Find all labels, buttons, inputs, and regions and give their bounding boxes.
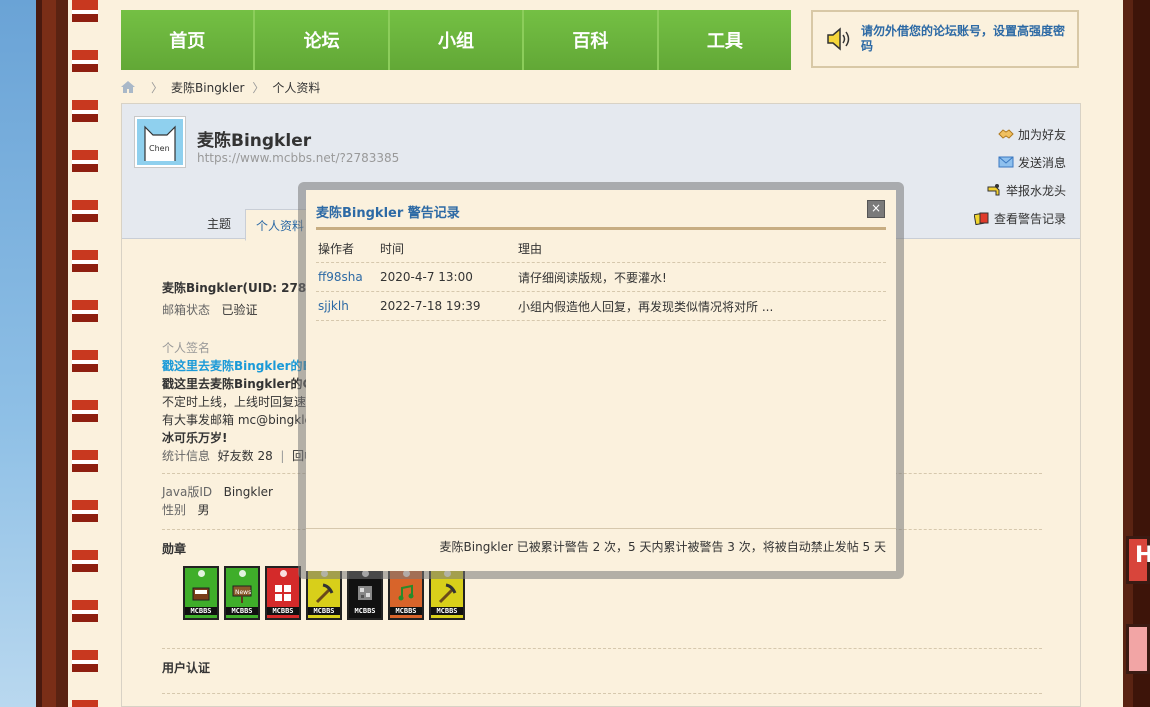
medal[interactable] xyxy=(265,566,301,620)
view-warnings-button[interactable]: 查看警告记录 xyxy=(973,204,1066,232)
operator-cell: sjjklh xyxy=(316,299,380,313)
profile-username: 麦陈Bingkler xyxy=(197,131,312,151)
send-message-button[interactable]: 发送消息 xyxy=(974,148,1066,176)
breadcrumb-page[interactable]: 个人资料 xyxy=(272,79,320,96)
handshake-icon xyxy=(998,129,1014,139)
music-icon xyxy=(398,584,414,601)
notice-text[interactable]: 请勿外借您的论坛账号，设置高强度密码 xyxy=(861,24,1067,54)
breadcrumb-user[interactable]: 麦陈Bingkler xyxy=(171,79,244,96)
right-deco-block-pink xyxy=(1126,624,1150,674)
email-label: 邮箱状态 xyxy=(162,303,211,317)
add-friend-button[interactable]: 加为好友 xyxy=(974,120,1066,148)
avatar-text: Chen xyxy=(149,144,170,153)
stats-separator: | xyxy=(276,449,289,463)
avatar-cat-icon: Chen xyxy=(144,125,176,161)
right-wood-frame xyxy=(1123,0,1150,707)
close-button[interactable]: × xyxy=(867,200,885,218)
section-divider xyxy=(162,693,1042,694)
operator-link[interactable]: ff98sha xyxy=(318,270,363,284)
speaker-icon xyxy=(827,27,850,51)
nav-group[interactable]: 小组 xyxy=(389,10,525,70)
time-cell: 2022-7-18 19:39 xyxy=(380,299,481,313)
warning-cards-icon xyxy=(973,212,989,225)
book-icon xyxy=(192,587,210,601)
auth-label: 用户认证 xyxy=(162,661,211,675)
home-icon[interactable] xyxy=(121,81,135,93)
operator-link[interactable]: sjjklh xyxy=(318,299,349,313)
tab-threads[interactable]: 主题 xyxy=(197,209,241,238)
faucet-icon xyxy=(987,184,1000,196)
decorative-rope xyxy=(72,0,98,707)
email-value: 已验证 xyxy=(221,303,258,317)
operator-cell: ff98sha xyxy=(316,270,380,284)
nav-home[interactable]: 首页 xyxy=(121,10,256,70)
java-label: Java版ID xyxy=(162,485,213,499)
pickaxe-icon xyxy=(315,583,334,604)
profile-actions: 加为好友 发送消息 举报水龙头 查看警告记录 xyxy=(973,120,1066,232)
friends-count[interactable]: 好友数 28 xyxy=(218,449,273,463)
nav-tools[interactable]: 工具 xyxy=(658,10,792,70)
reason-cell: 请仔细阅读版规，不要灌水! xyxy=(518,270,667,285)
pickaxe-icon xyxy=(438,583,457,604)
breadcrumb: 〉 麦陈Bingkler 〉 个人资料 xyxy=(121,78,320,96)
profile-url[interactable]: https://www.mcbbs.net/?2783385 xyxy=(197,151,399,165)
table-row: ff98sha 2020-4-7 13:00 请仔细阅读版规，不要灌水! xyxy=(316,263,886,292)
warning-summary: 麦陈Bingkler 已被累计警告 2 次，5 天内累计被警告 3 次，将被自动… xyxy=(439,540,886,554)
dialog-footer-divider xyxy=(306,528,896,529)
news-sign-icon: News xyxy=(232,585,252,603)
stats-label: 统计信息 xyxy=(162,449,211,463)
table-row: sjjklh 2022-7-18 19:39 小组内假造他人回复，再发现类似情况… xyxy=(316,292,886,321)
medal[interactable]: News xyxy=(224,566,260,620)
header-operator: 操作者 xyxy=(318,241,355,256)
header-time: 时间 xyxy=(380,241,405,256)
left-wood-frame xyxy=(36,0,68,707)
java-value: Bingkler xyxy=(223,485,273,499)
medal[interactable] xyxy=(183,566,219,620)
breadcrumb-separator: 〉 xyxy=(151,80,164,95)
gender-value: 男 xyxy=(197,503,210,517)
warning-table: 操作者 时间 理由 ff98sha 2020-4-7 13:00 请仔细阅读版规… xyxy=(316,234,886,321)
window-icon xyxy=(275,585,291,601)
nav-forum[interactable]: 论坛 xyxy=(255,10,390,70)
section-divider xyxy=(162,648,1042,649)
main-nav: 首页 论坛 小组 百科 工具 xyxy=(121,10,792,70)
report-faucet-button[interactable]: 举报水龙头 xyxy=(974,176,1066,204)
gender-label: 性别 xyxy=(162,503,187,517)
sky-background xyxy=(0,0,40,707)
right-deco-block xyxy=(1126,536,1150,584)
security-notice: 请勿外借您的论坛账号，设置高强度密码 xyxy=(811,10,1079,68)
breadcrumb-separator: 〉 xyxy=(252,80,265,95)
report-faucet-label: 举报水龙头 xyxy=(1005,183,1066,198)
ore-icon xyxy=(358,586,372,600)
svg-text:News: News xyxy=(235,589,251,596)
time-cell: 2020-4-7 13:00 xyxy=(380,270,473,284)
view-warnings-label: 查看警告记录 xyxy=(993,211,1066,226)
reason-cell: 小组内假造他人回复，再发现类似情况将对所 ... xyxy=(518,299,774,314)
dialog-title: 麦陈Bingkler 警告记录 xyxy=(316,206,460,221)
mail-icon xyxy=(998,156,1014,168)
table-header: 操作者 时间 理由 xyxy=(316,234,886,263)
header-reason: 理由 xyxy=(518,241,543,256)
dialog-divider xyxy=(316,227,886,230)
avatar[interactable]: Chen xyxy=(134,116,186,168)
send-message-label: 发送消息 xyxy=(1017,155,1066,170)
warning-record-dialog: 麦陈Bingkler 警告记录 × 操作者 时间 理由 ff98sha 2020… xyxy=(306,190,896,571)
add-friend-label: 加为好友 xyxy=(1017,127,1066,142)
nav-wiki[interactable]: 百科 xyxy=(524,10,659,70)
